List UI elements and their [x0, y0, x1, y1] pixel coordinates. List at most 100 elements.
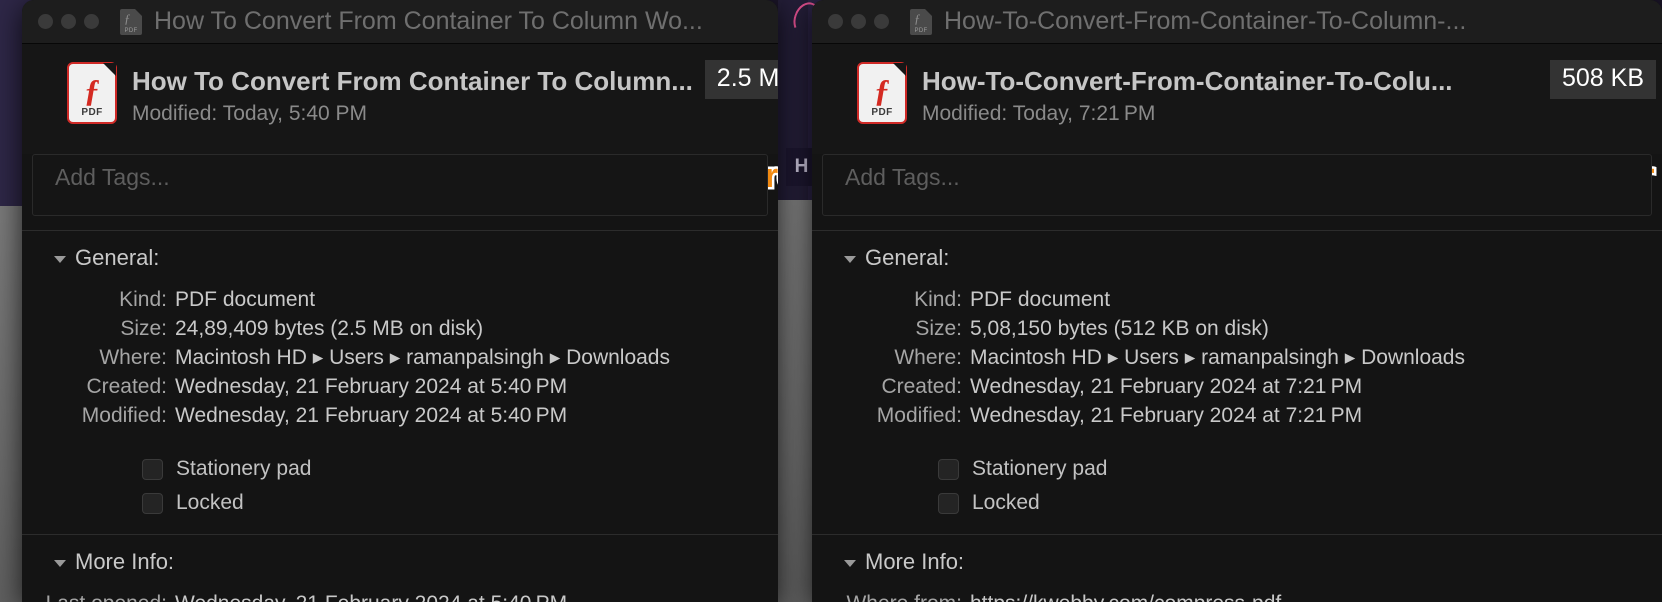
info-row: Where: Macintosh HD ▸ Users ▸ ramanpalsi… — [22, 343, 778, 372]
row-value: Wednesday, 21 February 2024 at 7:21 PM — [970, 375, 1363, 398]
more-info-section-header[interactable]: More Info: — [812, 535, 1662, 581]
stationery-pad-row[interactable]: Stationery pad — [22, 452, 778, 486]
info-row: Kind: PDF document — [22, 285, 778, 314]
row-label: Size: — [120, 317, 167, 340]
pdf-file-icon: ƒ PDF — [67, 62, 117, 124]
file-size-badge: 2.5 MB — [704, 60, 778, 99]
modified-label: Modified: — [132, 102, 218, 125]
acrobat-a-glyph: ƒ — [84, 71, 100, 108]
zoom-button[interactable] — [84, 14, 99, 29]
general-rows-before: Kind: PDF document Size: 24,89,409 bytes… — [22, 277, 778, 430]
info-row: Kind: PDF document — [812, 285, 1662, 314]
minimize-button[interactable] — [61, 14, 76, 29]
general-section-title: General: — [865, 245, 950, 270]
modified-label: Modified: — [922, 102, 1008, 125]
chevron-down-icon[interactable] — [54, 255, 66, 263]
pdf-swirl-glyph: ƒ — [914, 10, 921, 26]
general-section-title: General: — [75, 245, 160, 270]
row-value: Wednesday, 21 February 2024 at 5:40 PM — [175, 375, 568, 398]
info-row: Created: Wednesday, 21 February 2024 at … — [812, 372, 1662, 401]
general-rows-after: Kind: PDF document Size: 5,08,150 bytes … — [812, 277, 1662, 430]
info-row: Size: 24,89,409 bytes (2.5 MB on disk) — [22, 314, 778, 343]
more-info-section-title: More Info: — [865, 549, 965, 574]
window-controls-after[interactable] — [828, 14, 889, 29]
pdf-icon-label: PDF — [124, 27, 138, 34]
window-controls-before[interactable] — [38, 14, 99, 29]
add-tags-field[interactable]: Add Tags... — [822, 154, 1652, 216]
more-info-section-header[interactable]: More Info: — [22, 535, 778, 581]
row-label: Modified: — [81, 404, 167, 427]
more-info-section-title: More Info: — [75, 549, 175, 574]
stationery-pad-checkbox[interactable] — [938, 458, 959, 480]
info-row: Created: Wednesday, 21 February 2024 at … — [22, 372, 778, 401]
zoom-button[interactable] — [874, 14, 889, 29]
chevron-down-icon[interactable] — [54, 559, 66, 567]
info-row: Where: Macintosh HD ▸ Users ▸ ramanpalsi… — [812, 343, 1662, 372]
row-label: Where from: — [812, 590, 962, 602]
pdf-icon-label: PDF — [914, 27, 928, 34]
file-name: How-To-Convert-From-Container-To-Colu... — [922, 66, 1453, 96]
pdf-document-icon: ƒ PDF — [910, 8, 932, 35]
row-label: Kind: — [119, 288, 167, 311]
row-value: 5,08,150 bytes (512 KB on disk) — [970, 317, 1269, 340]
minimize-button[interactable] — [851, 14, 866, 29]
screenshot-root: H ƒ PDF How To Convert From Container To… — [0, 0, 1662, 602]
modified-value: Today, 7:21 PM — [1012, 102, 1156, 125]
row-value: PDF document — [175, 288, 316, 311]
titlebar-after[interactable]: ƒ PDF How-To-Convert-From-Container-To-C… — [812, 0, 1662, 44]
file-size-badge: 508 KB — [1549, 60, 1656, 99]
row-value: https://kwebby.com/compress-pdf — [962, 590, 1281, 602]
general-checkboxes-after: Stationery pad Locked — [812, 430, 1662, 520]
file-name: How To Convert From Container To Column.… — [132, 66, 693, 96]
pdf-icon-fold — [103, 63, 116, 76]
add-tags-placeholder: Add Tags... — [55, 164, 170, 190]
row-label: Where: — [894, 346, 962, 369]
locked-checkbox[interactable] — [938, 492, 959, 514]
window-title: How To Convert From Container To Column … — [154, 7, 703, 35]
locked-label: Locked — [176, 491, 244, 514]
locked-row[interactable]: Locked — [22, 486, 778, 520]
locked-row[interactable]: Locked — [812, 486, 1662, 520]
file-modified-line: Modified: Today, 7:21 PM — [922, 102, 1155, 126]
info-row: Modified: Wednesday, 21 February 2024 at… — [812, 401, 1662, 430]
info-row: Where from: https://kwebby.com/compress-… — [812, 589, 1662, 602]
stationery-pad-checkbox[interactable] — [142, 458, 163, 480]
more-info-rows-after: Where from: https://kwebby.com/compress-… — [812, 581, 1662, 602]
row-value: Wednesday, 21 February 2024 at 5:40 PM — [175, 404, 568, 427]
chevron-down-icon[interactable] — [844, 559, 856, 567]
close-button[interactable] — [828, 14, 843, 29]
info-window-before[interactable]: ƒ PDF How To Convert From Container To C… — [22, 0, 778, 602]
row-label: Modified: — [876, 404, 962, 427]
stationery-pad-label: Stationery pad — [176, 457, 312, 480]
modified-value: Today, 5:40 PM — [222, 102, 368, 125]
file-modified-line: Modified: Today, 5:40 PM — [132, 102, 367, 126]
row-value: Macintosh HD ▸ Users ▸ ramanpalsingh ▸ D… — [970, 346, 1465, 369]
stationery-pad-label: Stationery pad — [972, 457, 1108, 480]
add-tags-placeholder: Add Tags... — [845, 164, 960, 190]
chevron-down-icon[interactable] — [844, 255, 856, 263]
row-label: Created: — [881, 375, 962, 398]
acrobat-a-glyph: ƒ — [874, 71, 890, 108]
info-window-after[interactable]: ƒ PDF How-To-Convert-From-Container-To-C… — [812, 0, 1662, 602]
row-value: 24,89,409 bytes (2.5 MB on disk) — [175, 317, 484, 340]
general-checkboxes-before: Stationery pad Locked — [22, 430, 778, 520]
window-title: How-To-Convert-From-Container-To-Column-… — [944, 7, 1467, 35]
locked-label: Locked — [972, 491, 1040, 514]
pdf-file-icon-label: PDF — [871, 107, 893, 118]
pdf-icon-fold — [893, 63, 906, 76]
info-row: Modified: Wednesday, 21 February 2024 at… — [22, 401, 778, 430]
locked-checkbox[interactable] — [142, 492, 163, 514]
row-label: Size: — [915, 317, 962, 340]
stationery-pad-row[interactable]: Stationery pad — [812, 452, 1662, 486]
add-tags-field[interactable]: Add Tags... — [32, 154, 768, 216]
general-section-header[interactable]: General: — [22, 231, 778, 277]
general-section-header[interactable]: General: — [812, 231, 1662, 277]
row-label: Kind: — [914, 288, 962, 311]
file-header-before: ƒ PDF How To Convert From Container To C… — [22, 44, 778, 198]
titlebar-before[interactable]: ƒ PDF How To Convert From Container To C… — [22, 0, 778, 44]
info-row: Last opened: Wednesday, 21 February 2024… — [22, 589, 778, 602]
row-value: Wednesday, 21 February 2024 at 7:21 PM — [970, 404, 1363, 427]
pdf-document-icon: ƒ PDF — [120, 8, 142, 35]
row-value: Wednesday, 21 February 2024 at 5:40 PM — [167, 590, 567, 602]
close-button[interactable] — [38, 14, 53, 29]
